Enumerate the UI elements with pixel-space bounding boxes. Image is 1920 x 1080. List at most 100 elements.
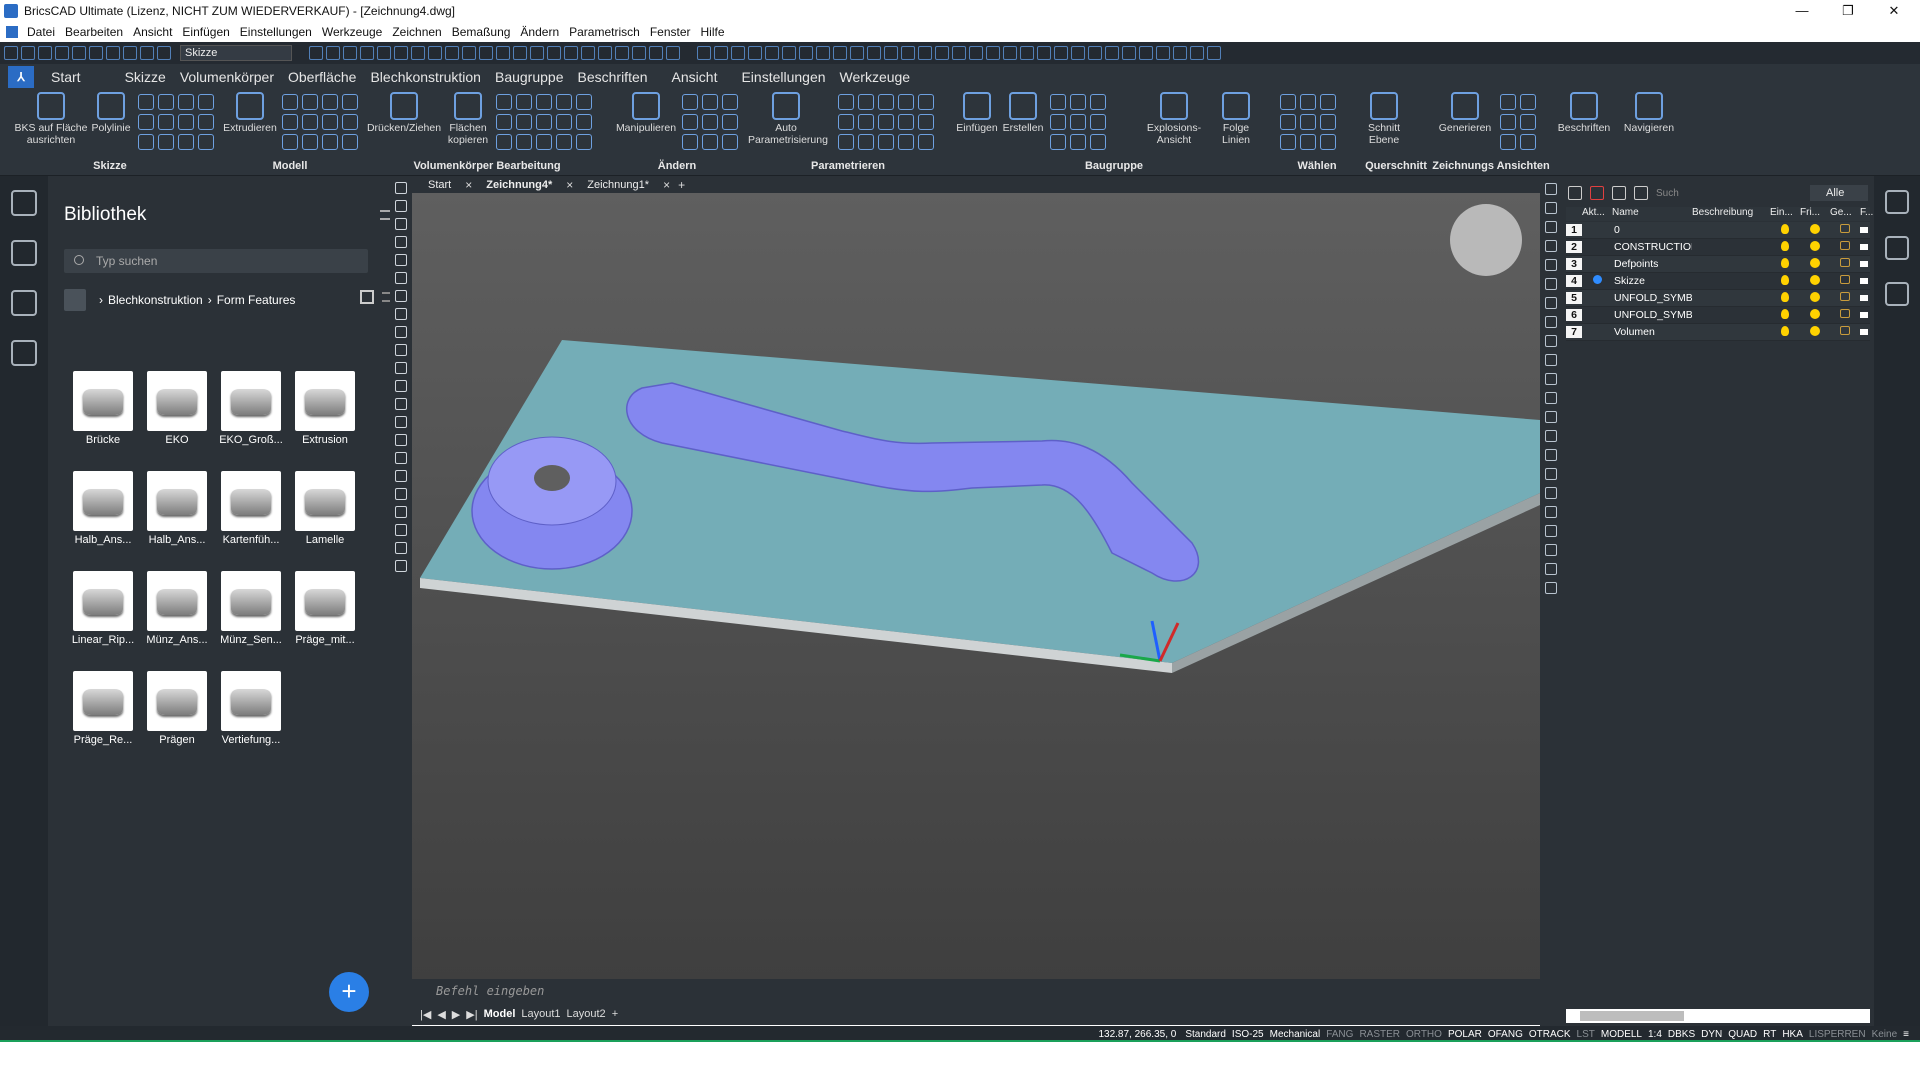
schnitt-ebene-button[interactable]: Schnitt Ebene [1360, 92, 1408, 146]
stretch-tool-icon[interactable] [1545, 430, 1557, 442]
parallel-icon[interactable] [858, 94, 874, 110]
new-tab-icon[interactable]: + [678, 178, 685, 192]
block-tool-icon[interactable] [395, 488, 407, 500]
hatch-icon[interactable] [178, 114, 194, 130]
horizontal-icon[interactable] [858, 114, 874, 130]
menu-ansicht[interactable]: Ansicht [128, 25, 177, 39]
view-right-icon[interactable] [782, 46, 796, 60]
menu-einfuegen[interactable]: Einfügen [177, 25, 234, 39]
redo-icon[interactable] [106, 46, 120, 60]
sweep-icon[interactable] [302, 114, 318, 130]
thicken-icon[interactable] [342, 134, 358, 150]
render-icon[interactable] [833, 46, 847, 60]
projected-view-icon[interactable] [1500, 94, 1516, 110]
line-icon[interactable] [309, 46, 323, 60]
bricscad-logo-icon[interactable]: ⅄ [8, 66, 34, 88]
taper-face-icon[interactable] [516, 134, 532, 150]
menu-bemassung[interactable]: Bemaßung [447, 25, 516, 39]
cone-icon[interactable] [342, 94, 358, 110]
first-layout-icon[interactable]: |◀ [420, 1008, 431, 1021]
status-lisperren[interactable]: LISPERREN [1806, 1029, 1869, 1040]
lengthen-tool-icon[interactable] [1545, 449, 1557, 461]
color-face-icon[interactable] [576, 134, 592, 150]
balloon-icon[interactable] [1090, 134, 1106, 150]
tiles-grid-icon[interactable] [1885, 282, 1909, 306]
structure-balloon-icon[interactable] [11, 240, 37, 266]
menu-zeichnen[interactable]: Zeichnen [387, 25, 446, 39]
export-icon[interactable] [1190, 46, 1204, 60]
layout-tab-model[interactable]: Model [484, 1008, 516, 1020]
zoom-extents-icon[interactable] [901, 46, 915, 60]
rectangle-icon[interactable] [198, 94, 214, 110]
leader-tool-icon[interactable] [1545, 563, 1557, 575]
plot-icon[interactable] [72, 46, 86, 60]
library-item[interactable]: Kartenfüh... [216, 471, 286, 546]
col-name[interactable]: Name [1612, 207, 1692, 221]
status-modell[interactable]: MODELL [1598, 1029, 1645, 1040]
line-icon[interactable] [138, 94, 154, 110]
scale-icon[interactable] [722, 94, 738, 110]
library-item[interactable]: Extrusion [290, 371, 360, 446]
flaechen-kopieren-button[interactable]: Flächen kopieren [444, 92, 492, 146]
bulb-icon[interactable] [1781, 325, 1789, 336]
library-item[interactable]: Prägen [142, 671, 212, 746]
status-ortho[interactable]: ORTHO [1403, 1029, 1445, 1040]
new-layer-icon[interactable] [1568, 186, 1582, 200]
mirror-tool-icon[interactable] [1545, 259, 1557, 271]
mirror-icon[interactable] [445, 46, 459, 60]
grid-view-icon[interactable] [360, 290, 374, 304]
lock-icon[interactable] [1840, 224, 1850, 233]
slice-icon[interactable] [556, 94, 572, 110]
lock-icon[interactable] [1840, 275, 1850, 284]
tab-skizze[interactable]: Skizze [118, 69, 173, 85]
close-icon[interactable]: × [465, 178, 472, 192]
table-row[interactable]: 7 Volumen [1566, 324, 1870, 341]
arc-icon[interactable] [138, 114, 154, 130]
pyramid-icon[interactable] [302, 134, 318, 150]
ole-tool-icon[interactable] [395, 560, 407, 572]
union-icon[interactable] [496, 94, 512, 110]
component-icon[interactable] [1050, 94, 1066, 110]
status-mleader-style[interactable]: Mechanical [1267, 1029, 1324, 1040]
menu-fenster[interactable]: Fenster [645, 25, 696, 39]
table-row[interactable]: 4 Skizze [1566, 273, 1870, 290]
separate-icon[interactable] [556, 114, 572, 130]
help-icon[interactable] [666, 46, 680, 60]
lock-icon[interactable] [1840, 309, 1850, 318]
rigid-set-icon[interactable] [918, 134, 934, 150]
image-tool-icon[interactable] [395, 542, 407, 554]
flange-icon[interactable] [1088, 46, 1102, 60]
minimize-button[interactable]: — [1780, 0, 1824, 22]
circle-icon[interactable] [158, 94, 174, 110]
ellipse-tool-icon[interactable] [395, 272, 407, 284]
lock-icon[interactable] [1840, 292, 1850, 301]
tab-baugruppe[interactable]: Baugruppe [488, 69, 571, 85]
region-tool-icon[interactable] [395, 398, 407, 410]
torus-icon[interactable] [342, 114, 358, 130]
library-item[interactable]: Münz_Sen... [216, 571, 286, 646]
chamfer-edge-icon[interactable] [516, 114, 532, 130]
lock-icon[interactable] [1840, 326, 1850, 335]
copy-icon[interactable] [682, 134, 698, 150]
status-dyn[interactable]: DYN [1698, 1029, 1725, 1040]
color-swatch[interactable] [1860, 244, 1868, 250]
mechanical-browser-icon[interactable] [1070, 114, 1086, 130]
measure-icon[interactable] [649, 46, 663, 60]
select-boundary-icon[interactable] [1300, 134, 1316, 150]
equal-icon[interactable] [898, 114, 914, 130]
pan-icon[interactable] [884, 46, 898, 60]
fix-icon[interactable] [838, 114, 854, 130]
line-tool-icon[interactable] [395, 182, 407, 194]
polygon-icon[interactable] [178, 94, 194, 110]
status-quad[interactable]: QUAD [1725, 1029, 1760, 1040]
next-layout-icon[interactable]: ▶ [452, 1008, 460, 1021]
sun-icon[interactable] [1810, 274, 1820, 285]
extend-icon[interactable] [479, 46, 493, 60]
array-tool-icon[interactable] [1545, 297, 1557, 309]
sun-icon[interactable] [1810, 223, 1820, 234]
copy-tool-icon[interactable] [1545, 202, 1557, 214]
select-window-icon[interactable] [1300, 94, 1316, 110]
insert-tool-icon[interactable] [395, 506, 407, 518]
block-icon[interactable] [598, 46, 612, 60]
layers-stack-icon[interactable] [1885, 236, 1909, 260]
